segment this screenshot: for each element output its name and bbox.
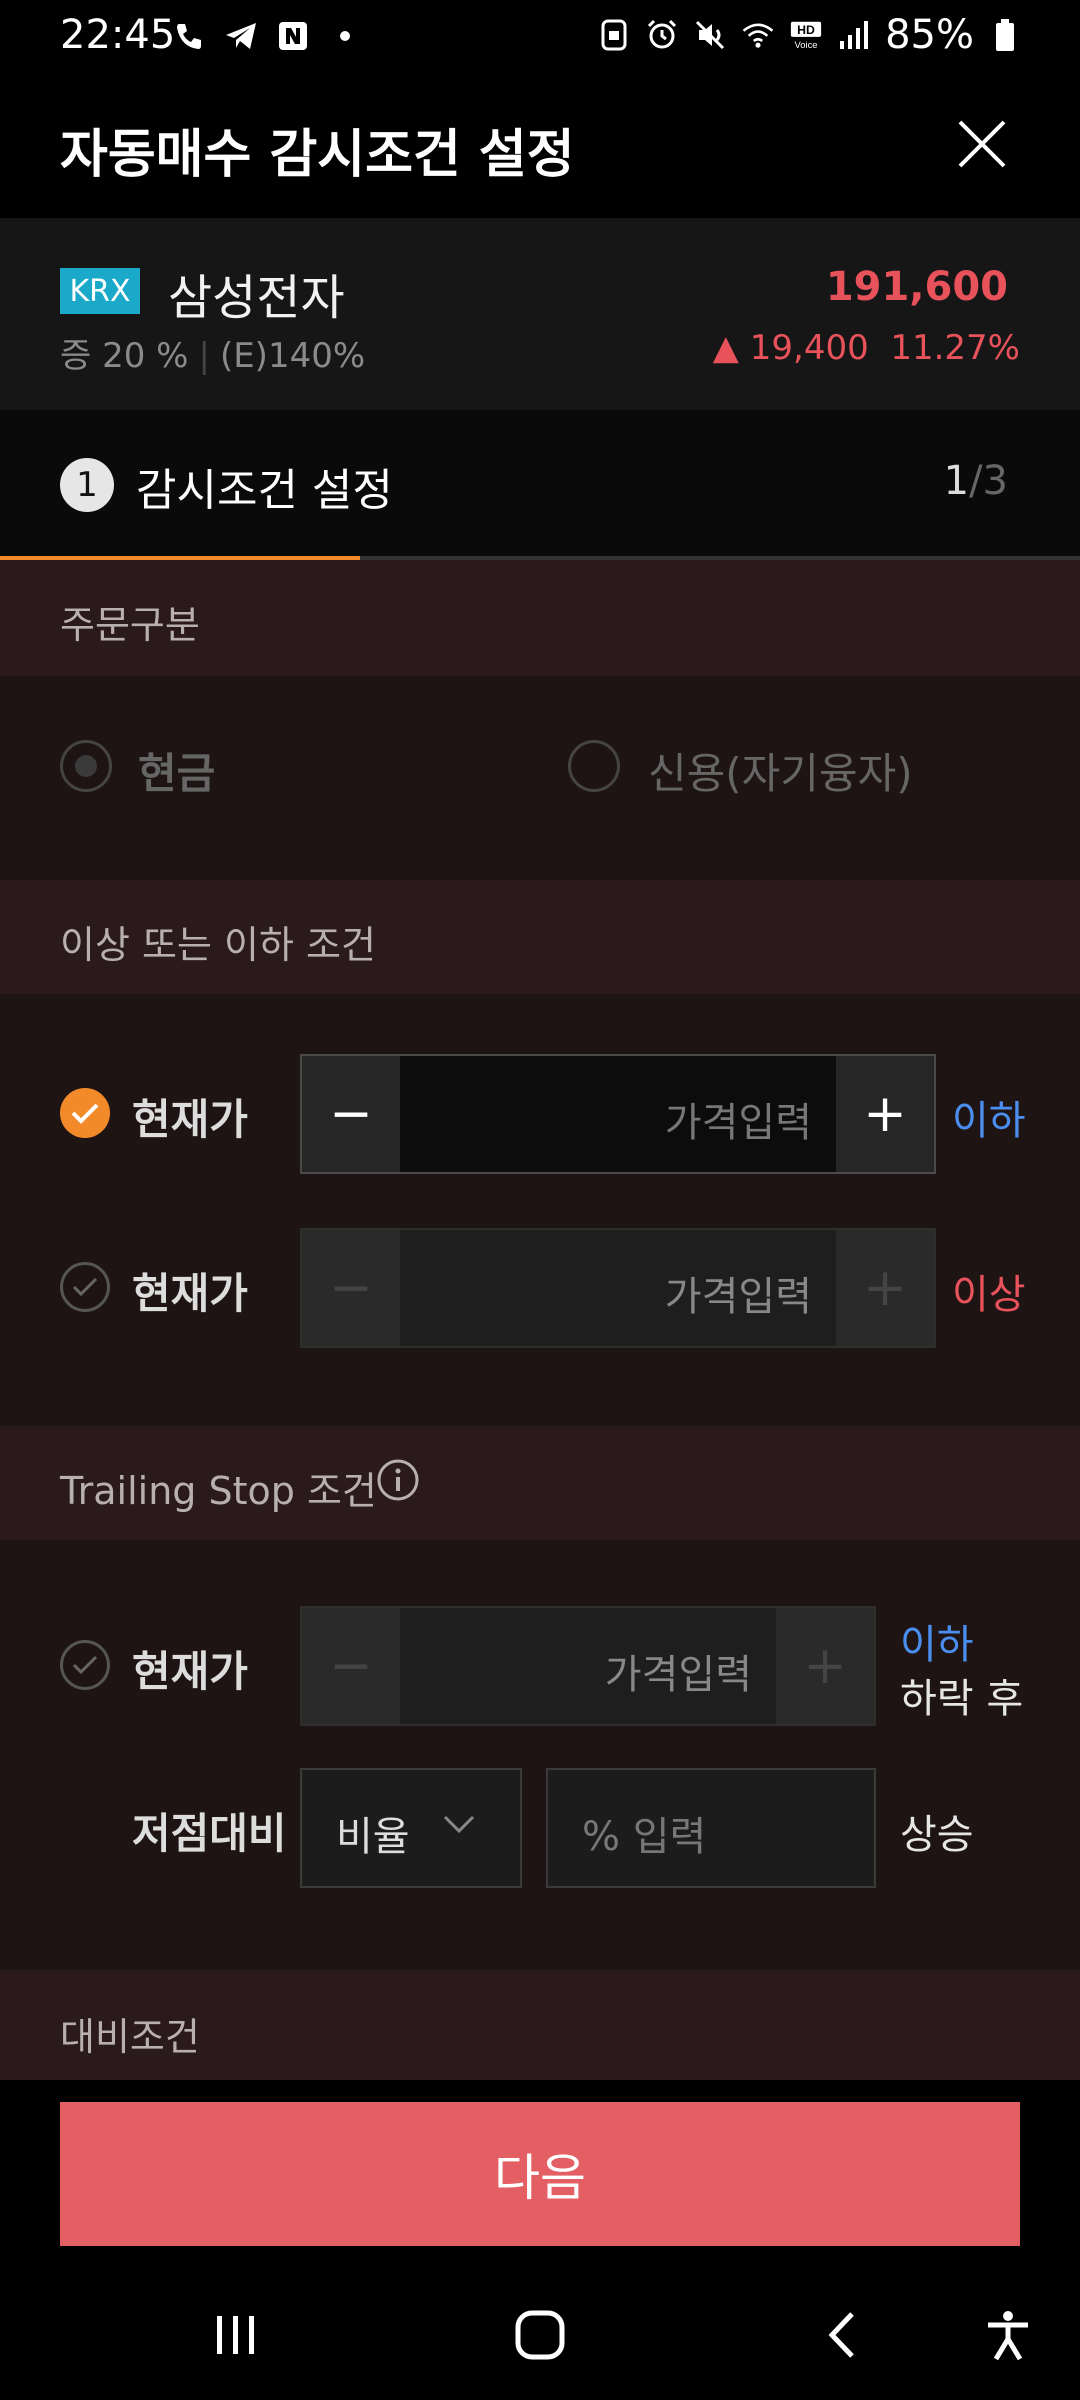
more-dot-icon [328,18,362,54]
section-compare-label: 대비조건 [60,2015,200,2059]
step-number: 1 [60,458,114,512]
market-badge: KRX [60,268,140,314]
minus-button[interactable]: − [302,1230,400,1346]
status-bar: 22:45 HD Voice 85% [0,0,1080,76]
row-below-label: 현재가 [132,1095,248,1144]
recent-apps-icon [217,2316,254,2354]
price-input-above[interactable]: 가격입력 [665,1264,812,1322]
plus-button[interactable]: + [836,1230,934,1346]
row-above-label: 현재가 [132,1269,248,1318]
auto-rotate-icon [597,17,631,53]
minus-button[interactable]: − [302,1608,400,1724]
stock-margin-info: 증 20 % | (E)140% [60,336,366,376]
section-order-type: 주문구분 [0,560,1080,676]
page-title: 자동매수 감시조건 설정 [60,125,575,185]
side-below: 이하 [952,1098,1026,1144]
e-rate: (E)140% [219,336,366,376]
step-count: 1/3 [944,458,1008,504]
price-input-trailing[interactable]: 가격입력 [605,1642,752,1700]
telegram-icon [224,18,258,54]
alarm-icon [645,17,679,53]
stock-name: 삼성전자 [168,270,345,326]
close-button[interactable] [950,112,1014,176]
chevron-down-icon [442,1814,476,1838]
section-range-label: 이상 또는 이하 조건 [60,923,376,967]
status-time: 22:45 [60,12,176,58]
margin-rate: 증 20 % [60,336,189,376]
price-input-below[interactable]: 가격입력 [665,1090,812,1148]
naver-icon [276,18,310,54]
system-icons: HD Voice 85% [597,12,1022,58]
check-icon [72,1277,98,1297]
change-amount: ▲ 19,400 [712,328,869,368]
signal-icon [837,17,871,53]
back-button[interactable] [802,2300,882,2370]
section-trailing-label: Trailing Stop 조건 [60,1469,377,1513]
home-button[interactable] [500,2300,580,2370]
radio-cash-label: 현금 [138,749,216,798]
side-above: 이상 [952,1272,1026,1318]
battery-icon [988,17,1022,53]
call-app-icon [172,18,206,54]
bottom-action-bar: 다음 [0,2080,1080,2270]
radio-credit[interactable]: 신용(자기융자) [568,740,1028,800]
radio-cash-circle [60,740,112,792]
low-compare-label: 저점대비 [132,1809,287,1858]
price-stepper-trailing: − 가격입력 + [300,1606,876,1726]
wifi-icon [741,17,775,53]
page-header: 자동매수 감시조건 설정 [0,76,1080,218]
side-trailing-below: 이하 [900,1622,974,1668]
check-icon [72,1655,98,1675]
section-compare-condition: 대비조건 [0,1970,1080,2080]
notification-icons [172,18,362,54]
hd-voice-icon: HD Voice [789,17,823,53]
battery-percent: 85% [885,12,974,58]
accessibility-button[interactable] [968,2300,1048,2370]
ratio-select[interactable]: 비율 [300,1768,522,1888]
back-icon [828,2312,854,2358]
price-change: ▲ 19,400 11.27% [713,328,1020,368]
section-trailing-stop: Trailing Stop 조건 [0,1426,1080,1540]
accessibility-icon [988,2311,1028,2361]
close-icon [958,120,1006,168]
step-title: 감시조건 설정 [136,465,393,516]
ratio-select-value: 비율 [336,1814,410,1860]
price-stepper-above: − 가격입력 + [300,1228,936,1348]
checkbox-trailing[interactable] [60,1640,110,1690]
svg-text:Voice: Voice [795,40,818,51]
step-total: /3 [969,458,1008,504]
side-trailing-after-drop: 하락 후 [900,1676,1024,1722]
svg-text:HD: HD [797,23,815,37]
mute-icon [693,17,727,53]
next-button[interactable]: 다음 [60,2102,1020,2246]
section-order-type-label: 주문구분 [60,603,200,647]
section-range-condition: 이상 또는 이하 조건 [0,880,1080,994]
minus-button[interactable]: − [302,1056,400,1172]
percent-placeholder: % 입력 [582,1814,707,1860]
plus-button[interactable]: + [836,1056,934,1172]
radio-credit-label: 신용(자기융자) [648,749,913,798]
check-icon [71,1103,99,1124]
radio-credit-circle [568,740,620,792]
checkbox-below[interactable] [60,1088,110,1138]
home-icon [515,2310,565,2360]
row-trailing-label: 현재가 [132,1647,248,1696]
plus-button[interactable]: + [776,1608,874,1724]
info-icon[interactable] [376,1458,420,1506]
checkbox-above[interactable] [60,1262,110,1312]
condition-form: 주문구분 현금 신용(자기융자) 이상 또는 이하 조건 현재가 − 가격입력 … [0,560,1080,2080]
percent-input[interactable]: % 입력 [546,1768,876,1888]
price-stepper-below: − 가격입력 + [300,1054,936,1174]
step-indicator: 1 감시조건 설정 1/3 [0,410,1080,562]
current-price: 191,600 [825,264,1008,310]
step-current: 1 [943,458,970,504]
change-percent: 11.27% [890,328,1020,368]
recent-apps-button[interactable] [196,2300,276,2370]
stock-info: KRX 삼성전자 증 20 % | (E)140% 191,600 ▲ 19,400… [0,218,1080,410]
system-navigation-bar [0,2270,1080,2400]
rise-label: 상승 [900,1812,974,1858]
radio-cash[interactable]: 현금 [60,740,500,800]
